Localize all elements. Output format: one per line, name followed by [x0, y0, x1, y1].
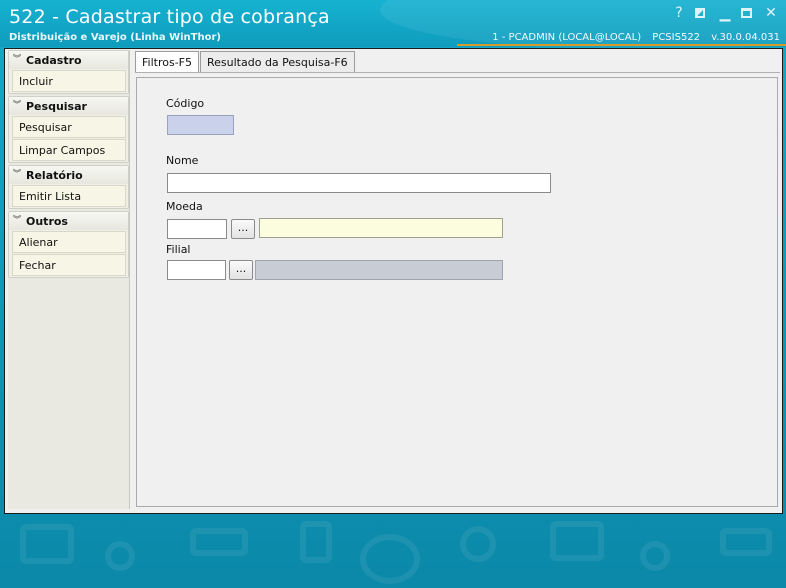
nome-field[interactable]	[167, 173, 551, 193]
sidebar-item-emitir-lista[interactable]: Emitir Lista	[12, 185, 126, 207]
decoration-shape	[105, 541, 135, 571]
filters-panel: Código Nome Moeda ... Filial ...	[136, 77, 778, 507]
sidebar-item-limpar-campos[interactable]: Limpar Campos	[12, 139, 126, 161]
group-title: Pesquisar	[26, 99, 87, 113]
sidebar-group-pesquisar: ︾ Pesquisar Pesquisar Limpar Campos	[8, 96, 129, 163]
decoration-shape	[550, 521, 604, 561]
window-title: 522 - Cadastrar tipo de cobrança	[9, 6, 330, 28]
decoration-shape	[20, 524, 74, 564]
main-window: ︾ Cadastro Incluir ︾ Pesquisar Pesquisar…	[4, 48, 783, 514]
filial-lookup-button[interactable]: ...	[229, 260, 253, 280]
decoration-shape	[190, 528, 248, 556]
codigo-field[interactable]	[167, 115, 234, 135]
sidebar: ︾ Cadastro Incluir ︾ Pesquisar Pesquisar…	[8, 50, 130, 509]
decoration-shape	[360, 534, 420, 584]
close-icon[interactable]: ✕	[764, 5, 778, 21]
restore-icon[interactable]	[695, 5, 709, 21]
chevron-down-icon: ︾	[13, 54, 21, 63]
tab-filtros[interactable]: Filtros-F5	[135, 51, 199, 73]
sidebar-group-header[interactable]: ︾ Relatório	[9, 166, 128, 184]
sidebar-item-alienar[interactable]: Alienar	[12, 231, 126, 253]
chevron-down-icon: ︾	[13, 169, 21, 178]
decoration-shape	[640, 541, 670, 571]
sidebar-item-fechar[interactable]: Fechar	[12, 254, 126, 276]
group-title: Relatório	[26, 168, 83, 182]
filial-label: Filial	[166, 243, 191, 256]
moeda-description-field[interactable]	[259, 218, 503, 238]
codigo-label: Código	[166, 97, 205, 110]
routine-label: PCSIS522	[652, 32, 701, 43]
sidebar-group-cadastro: ︾ Cadastro Incluir	[8, 50, 129, 94]
sidebar-group-outros: ︾ Outros Alienar Fechar	[8, 211, 129, 278]
title-bar: 522 - Cadastrar tipo de cobrança Distrib…	[0, 0, 786, 47]
nome-label: Nome	[166, 154, 199, 167]
moeda-lookup-button[interactable]: ...	[231, 219, 255, 239]
group-title: Outros	[26, 214, 68, 228]
decoration-shape	[300, 521, 332, 563]
chevron-down-icon: ︾	[13, 215, 21, 224]
sidebar-group-header[interactable]: ︾ Outros	[9, 212, 128, 230]
moeda-code-field[interactable]	[167, 219, 227, 239]
session-info: 1 - PCADMIN (LOCAL@LOCAL) PCSIS522 v.30.…	[484, 32, 780, 43]
sidebar-item-pesquisar[interactable]: Pesquisar	[12, 116, 126, 138]
accent-underline	[457, 44, 786, 46]
group-title: Cadastro	[26, 53, 82, 67]
decoration-shape	[460, 526, 496, 562]
chevron-down-icon: ︾	[13, 100, 21, 109]
filial-code-field[interactable]	[167, 260, 226, 280]
tab-bar: Filtros-F5 Resultado da Pesquisa-F6	[135, 51, 356, 73]
window-subtitle: Distribuição e Varejo (Linha WinThor)	[9, 32, 221, 43]
maximize-icon[interactable]	[741, 5, 755, 21]
background-pattern	[0, 516, 786, 588]
sidebar-group-header[interactable]: ︾ Cadastro	[9, 51, 128, 69]
minimize-icon[interactable]: ▁	[718, 5, 732, 22]
help-icon[interactable]: ?	[672, 5, 686, 21]
window-controls: ? ▁ ✕	[672, 5, 778, 22]
sidebar-group-header[interactable]: ︾ Pesquisar	[9, 97, 128, 115]
tab-resultado-pesquisa[interactable]: Resultado da Pesquisa-F6	[200, 51, 355, 72]
filial-description-field	[255, 260, 503, 280]
user-label: 1 - PCADMIN (LOCAL@LOCAL)	[492, 32, 642, 43]
version-label: v.30.0.04.031	[711, 32, 780, 43]
tab-divider	[135, 72, 780, 73]
sidebar-group-relatorio: ︾ Relatório Emitir Lista	[8, 165, 129, 209]
decoration-shape	[720, 528, 772, 556]
sidebar-item-incluir[interactable]: Incluir	[12, 70, 126, 92]
moeda-label: Moeda	[166, 200, 203, 213]
